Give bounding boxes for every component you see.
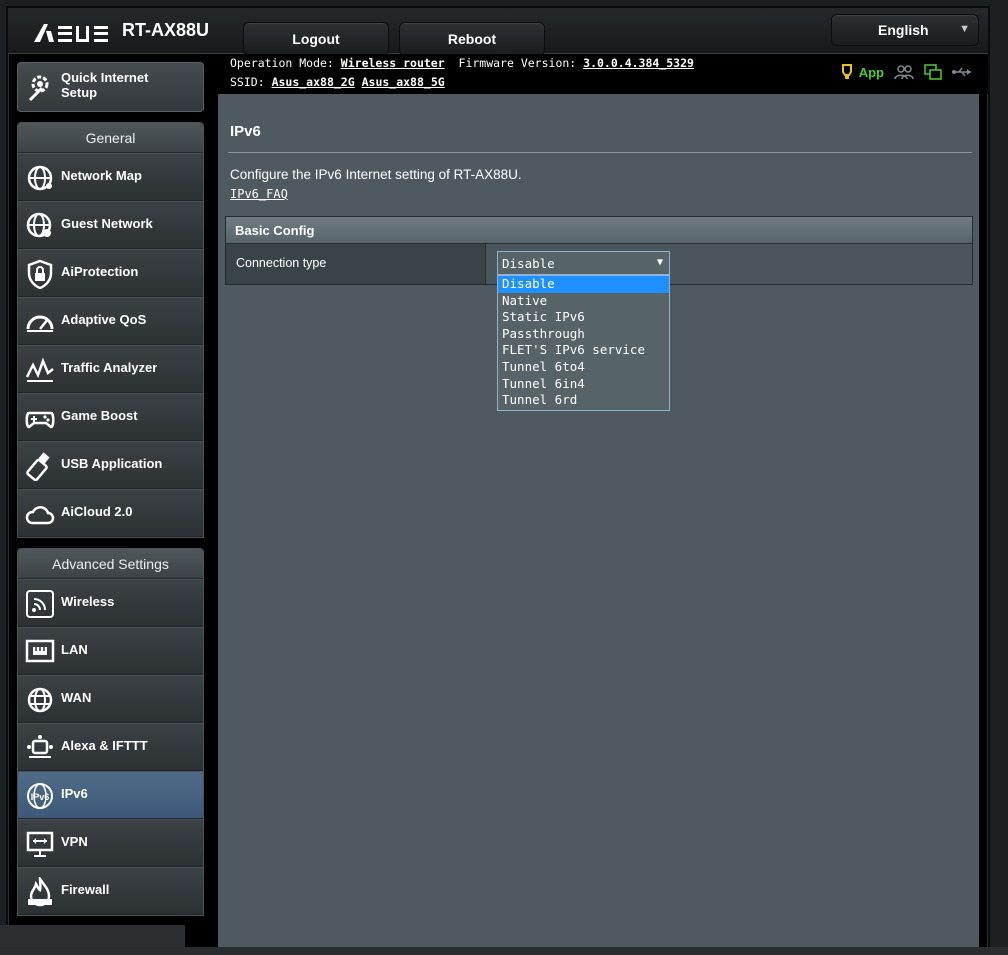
- usb-stick-icon: [26, 452, 50, 481]
- advanced-menu: Advanced Settings Wireless LAN WAN Alexa & …: [17, 548, 204, 916]
- reboot-button[interactable]: Reboot: [399, 22, 545, 56]
- lan-icon: [25, 639, 55, 663]
- dropdown-option[interactable]: Tunnel 6in4: [498, 376, 669, 393]
- clients-icon[interactable]: [894, 64, 914, 80]
- asus-logo: [34, 24, 108, 42]
- operation-mode-link[interactable]: Wireless router: [341, 56, 445, 70]
- connection-type-dropdown: Disable Native Static IPv6 Passthrough FLET'…: [497, 275, 670, 411]
- usb-icon[interactable]: [952, 66, 972, 78]
- operation-mode-label: Operation Mode:: [230, 56, 334, 70]
- sidebar-item-aiprotection[interactable]: AiProtection: [18, 249, 203, 297]
- general-menu: General Network Map Guest Network AiProtec…: [17, 122, 204, 538]
- sidebar-item-label: Game Boost: [61, 408, 138, 423]
- sidebar-item-label: Alexa & IFTTT: [61, 738, 148, 753]
- gamepad-icon: [25, 411, 55, 429]
- sidebar-item-adaptive-qos[interactable]: Adaptive QoS: [18, 297, 203, 345]
- ipv6-globe-icon: IPv6: [27, 783, 53, 809]
- ssid-5g-link[interactable]: Asus_ax88_5G: [362, 75, 445, 89]
- sidebar-item-label: Traffic Analyzer: [61, 360, 158, 375]
- page-title: IPv6: [230, 123, 261, 140]
- app-link[interactable]: App: [841, 64, 884, 80]
- ssid-label: SSID:: [230, 75, 265, 89]
- sidebar-item-network-map[interactable]: Network Map: [18, 153, 203, 201]
- qis-label-line2: Setup: [61, 85, 98, 100]
- dropdown-option[interactable]: Static IPv6: [498, 309, 669, 326]
- sidebar-item-label: Firewall: [61, 882, 110, 897]
- sidebar-item-label: USB Application: [61, 456, 163, 471]
- selected-value: Disable: [502, 256, 555, 271]
- ssid-2g-link[interactable]: Asus_ax88_2G: [272, 75, 355, 89]
- sidebar-item-game-boost[interactable]: Game Boost: [18, 393, 203, 441]
- traffic-chart-icon: [25, 357, 54, 382]
- dropdown-option[interactable]: Tunnel 6to4: [498, 359, 669, 376]
- main-content: IPv6 Configure the IPv6 Internet setting…: [218, 94, 979, 949]
- smart-home-icon: [27, 735, 53, 758]
- sidebar-item-firewall[interactable]: Firewall: [18, 867, 203, 915]
- sidebar-item-label: WAN: [61, 690, 92, 705]
- dropdown-option[interactable]: FLET'S IPv6 service: [498, 342, 669, 359]
- sidebar-item-label: AiCloud 2.0: [61, 504, 133, 519]
- cloud-icon: [25, 506, 55, 525]
- sidebar-item-wan[interactable]: WAN: [18, 675, 203, 723]
- wifi-icon: [26, 590, 54, 618]
- sidebar-item-guest-network[interactable]: Guest Network: [18, 201, 203, 249]
- dropdown-option[interactable]: Native: [498, 293, 669, 310]
- connection-type-label: Connection type: [226, 244, 486, 284]
- wand-gear-icon: [28, 75, 49, 102]
- sidebar-item-vpn[interactable]: VPN: [18, 819, 203, 867]
- firewall-flame-icon: [28, 877, 52, 907]
- dropdown-option[interactable]: Passthrough: [498, 326, 669, 343]
- advanced-title: Advanced Settings: [18, 549, 203, 579]
- chevron-down-icon: ▼: [959, 23, 970, 35]
- language-label: English: [878, 22, 929, 38]
- sidebar-item-label: AiProtection: [61, 264, 139, 279]
- section-title: Basic Config: [226, 217, 972, 244]
- sidebar-item-traffic-analyzer[interactable]: Traffic Analyzer: [18, 345, 203, 393]
- shield-lock-icon: [27, 259, 53, 289]
- qis-label-line1: Quick Internet: [61, 70, 149, 85]
- sidebar-item-aicloud-2-0[interactable]: AiCloud 2.0: [18, 489, 203, 537]
- sidebar-item-label: Network Map: [61, 168, 142, 183]
- bottom-edge: [0, 947, 1008, 955]
- sidebar-footer: [0, 925, 185, 947]
- dropdown-option[interactable]: Tunnel 6rd: [498, 392, 669, 409]
- firmware-label: Firmware Version:: [458, 56, 577, 70]
- page-description: Configure the IPv6 Internet setting of R…: [230, 167, 522, 182]
- model-name: RT-AX88U: [122, 20, 210, 40]
- sidebar-item-label: VPN: [61, 834, 88, 849]
- language-select[interactable]: English ▼: [831, 14, 979, 46]
- top-bar: RT-AX88U Logout Reboot English ▼: [8, 8, 988, 56]
- general-title: General: [18, 123, 203, 153]
- sidebar-item-label: Guest Network: [61, 216, 153, 231]
- sidebar-item-lan[interactable]: LAN: [18, 627, 203, 675]
- sidebar-item-usb-application[interactable]: USB Application: [18, 441, 203, 489]
- status-bar: Operation Mode: Wireless router Firmware…: [218, 54, 988, 94]
- quick-internet-setup-button[interactable]: Quick Internet Setup: [17, 62, 204, 112]
- connection-type-select[interactable]: Disable ▼: [497, 251, 670, 275]
- logout-button[interactable]: Logout: [243, 22, 389, 56]
- sidebar-item-label: IPv6: [61, 786, 88, 801]
- sidebar-item-label: Adaptive QoS: [61, 312, 147, 327]
- ipv6-faq-link[interactable]: IPv6_FAQ: [230, 187, 288, 201]
- guest-globe-icon: [26, 212, 52, 238]
- title-divider: [228, 152, 972, 153]
- dropdown-option[interactable]: Disable: [498, 276, 669, 293]
- chevron-down-icon: ▼: [656, 257, 663, 268]
- app-label: App: [858, 64, 884, 80]
- wan-globe-icon: [27, 687, 53, 713]
- speedometer-icon: [26, 315, 54, 332]
- lightbulb-icon: [841, 64, 852, 79]
- internet-status-icon[interactable]: [924, 64, 942, 80]
- vpn-monitor-icon: [26, 831, 54, 857]
- sidebar-item-label: LAN: [61, 642, 88, 657]
- sidebar-item-label: Wireless: [61, 594, 115, 609]
- sidebar-item-ipv6[interactable]: IPv6 IPv6: [18, 771, 203, 819]
- globe-network-icon: [27, 165, 53, 191]
- firmware-link[interactable]: 3.0.0.4.384_5329: [583, 56, 694, 70]
- svg-text:IPv6: IPv6: [31, 792, 50, 802]
- sidebar-item-wireless[interactable]: Wireless: [18, 579, 203, 627]
- sidebar-item-alexa-ifttt[interactable]: Alexa & IFTTT: [18, 723, 203, 771]
